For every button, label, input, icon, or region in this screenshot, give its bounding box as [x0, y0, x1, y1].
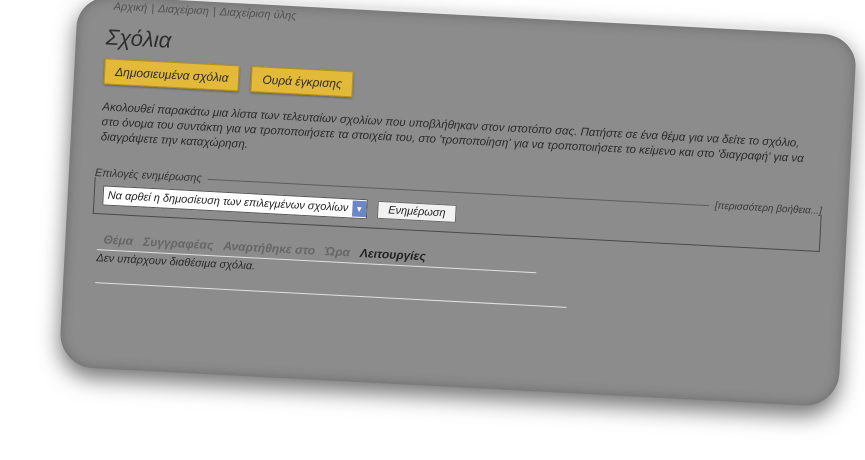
- update-button[interactable]: Ενημέρωση: [376, 200, 458, 223]
- bulk-action-select[interactable]: Να αρθεί η δημοσίευση των επιλεγμένων σχ…: [102, 185, 368, 220]
- column-time[interactable]: Ώρα: [325, 244, 351, 259]
- bulk-action-selected-value: Να αρθεί η δημοσίευση των επιλεγμένων σχ…: [107, 189, 349, 215]
- tab-published-comments[interactable]: Δημοσιευμένα σχόλια: [103, 58, 241, 92]
- breadcrumb-admin[interactable]: Διαχείριση: [158, 3, 209, 18]
- breadcrumb-home[interactable]: Αρχική: [113, 1, 147, 15]
- column-author[interactable]: Συγγραφέας: [143, 235, 214, 253]
- tab-approval-queue[interactable]: Ουρά έγκρισης: [250, 66, 354, 98]
- chevron-down-icon[interactable]: ▼: [351, 200, 367, 218]
- column-posted-in[interactable]: Αναρτήθηκε στο: [223, 239, 316, 258]
- column-subject[interactable]: Θέμα: [103, 233, 133, 249]
- breadcrumb-content-management[interactable]: Διαχείριση ύλης: [219, 6, 296, 22]
- breadcrumb-separator: |: [150, 2, 155, 15]
- admin-panel-card: Αρχική | Διαχείριση | Διαχείριση ύλης Σχόλια…: [58, 0, 858, 408]
- column-operations: Λειτουργίες: [359, 245, 427, 264]
- row-divider: [95, 282, 567, 308]
